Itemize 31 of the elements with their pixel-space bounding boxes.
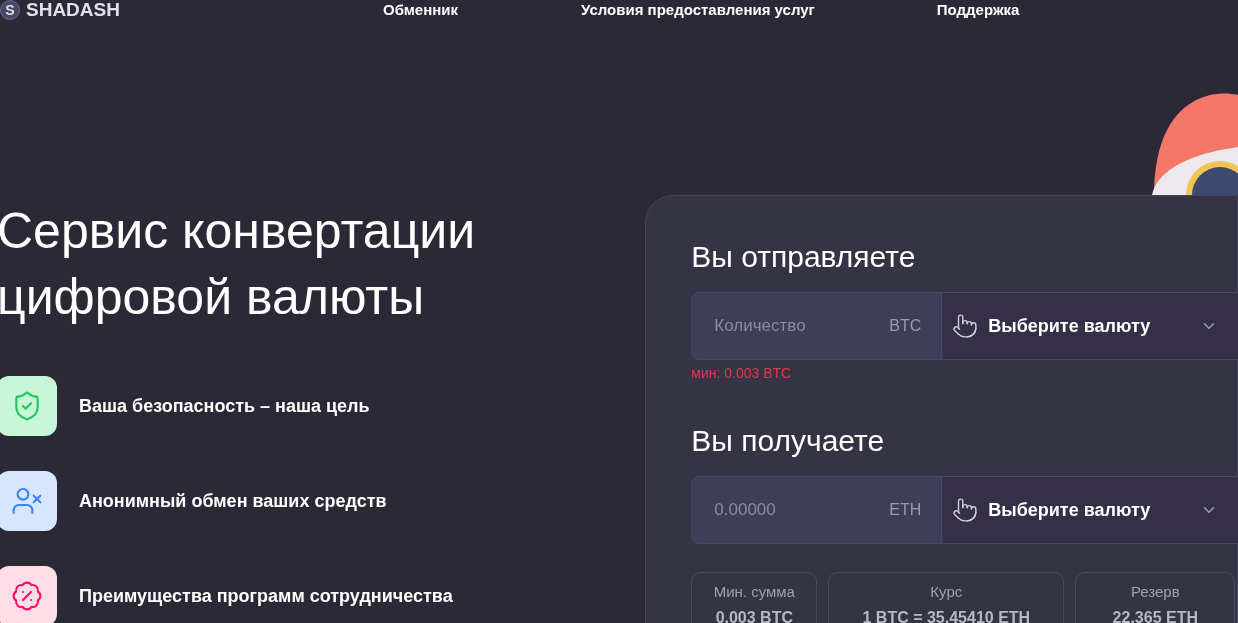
- section-title: Вы получаете: [691, 426, 886, 456]
- amount-input[interactable]: Количество: [714, 313, 855, 339]
- amount-input[interactable]: 0.00000: [714, 497, 855, 523]
- stat-label: Резерв: [1130, 582, 1180, 602]
- nav-link[interactable]: Условия предоставления услуг: [581, 0, 815, 22]
- feature-text: Преимущества программ сотрудничества: [79, 584, 453, 608]
- section-title: Вы отправляете: [691, 242, 917, 272]
- nav-link[interactable]: Поддержка: [936, 0, 1020, 22]
- amount-field[interactable]: 0.00000 ETH: [691, 476, 943, 544]
- stat-label: Курс: [930, 582, 963, 602]
- feature-text: Ваша безопасность – наша цель: [79, 394, 370, 418]
- logo-mark[interactable]: S: [0, 0, 20, 20]
- currency-select[interactable]: Выберите валюту: [942, 476, 1238, 544]
- currency-code: BTC: [889, 316, 922, 336]
- hero-title: Сервис конвертации: [0, 202, 477, 261]
- stat-label: Мин. сумма: [713, 582, 795, 602]
- nav-link[interactable]: Обменник: [383, 0, 459, 22]
- percent-badge-icon: [11, 580, 43, 612]
- currency-select[interactable]: Выберите валюту: [942, 292, 1238, 360]
- feature-text: Анонимный обмен ваших средств: [79, 489, 387, 513]
- stat-value: 1 BTC = 35.45410 ETH: [862, 607, 1031, 623]
- stat-value: 0.003 BTC: [715, 607, 793, 623]
- hero-title: цифровой валюты: [0, 268, 426, 327]
- hand-pointer-icon: [952, 497, 979, 523]
- user-x-icon: [11, 485, 43, 517]
- currency-code: ETH: [889, 500, 922, 520]
- minimum-hint: мин: 0.003 BTC: [691, 364, 793, 383]
- hand-pointer-icon: [952, 313, 979, 339]
- stat-value: 22.365 ETH: [1112, 607, 1198, 623]
- amount-field[interactable]: Количество BTC: [691, 292, 943, 360]
- logo-text[interactable]: SHADASH: [26, 0, 120, 25]
